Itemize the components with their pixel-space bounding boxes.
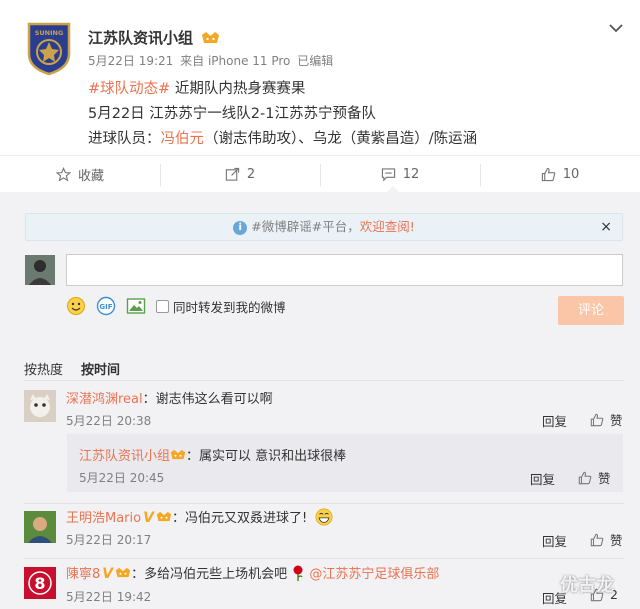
logo-text: SUNING xyxy=(35,29,64,37)
grin-emoji-icon xyxy=(315,508,333,526)
comment-time: 5月22日 20:17 xyxy=(66,533,152,547)
comment-button[interactable]: 12 xyxy=(320,156,480,193)
post-author-name[interactable]: 江苏队资讯小组 xyxy=(88,29,193,47)
rose-emoji-icon xyxy=(293,565,303,581)
repost-count: 2 xyxy=(246,167,256,182)
comment-body: ：属实可以 意识和出球很棒 xyxy=(186,449,347,464)
verified-v-icon: V xyxy=(102,566,114,582)
comment-body: ：多给冯伯元些上场机会吧 xyxy=(131,567,288,582)
comment-input[interactable] xyxy=(66,254,623,286)
sub-reply-text: 江苏队资讯小组 ：属实可以 意识和出球很棒 xyxy=(79,445,346,464)
comment-text: 深潜鸿渊real：谢志伟这么看可以啊 xyxy=(66,388,273,407)
vip-icon xyxy=(115,567,131,578)
favorite-button[interactable]: 收藏 xyxy=(0,156,160,193)
hashtag-link[interactable]: #球队动态# xyxy=(88,81,170,97)
vip-icon xyxy=(202,32,220,43)
comment-sort-tabs: 按热度 按时间 xyxy=(24,359,138,378)
post-date[interactable]: 5月22日 19:21 xyxy=(88,54,173,68)
svg-text:8: 8 xyxy=(34,574,45,593)
thumbs-up-icon xyxy=(541,167,555,182)
comment-icon xyxy=(381,168,395,182)
post-meta: 5月22日 19:21 来自 iPhone 11 Pro 已编辑 xyxy=(88,52,336,69)
divider xyxy=(24,558,624,559)
like-button[interactable]: 10 xyxy=(480,156,640,193)
post-line-1: #球队动态# 近期队内热身赛赛果 xyxy=(88,77,305,98)
svg-text:GIF: GIF xyxy=(99,303,112,311)
divider xyxy=(24,503,624,504)
repost-checkbox[interactable] xyxy=(156,299,169,313)
like-count: 10 xyxy=(562,167,580,182)
comment-username[interactable]: 陳寧8 xyxy=(66,567,100,582)
repost-checkbox-label[interactable]: 同时转发到我的微博 xyxy=(173,297,286,316)
comment-count: 12 xyxy=(402,167,420,182)
sort-by-time[interactable]: 按时间 xyxy=(81,363,120,378)
post-action-bar: 收藏 2 12 10 xyxy=(0,155,640,193)
repost-button[interactable]: 2 xyxy=(160,156,320,193)
notice-text: #微博辟谣#平台， xyxy=(251,219,360,234)
weibo-post: SUNING 江苏队资讯小组 5月22日 19:21 来自 iPhone 11 … xyxy=(0,0,640,192)
post-line-2: 5月22日 江苏苏宁一线队2-1江苏苏宁预备队 xyxy=(88,106,376,122)
vip-icon xyxy=(170,449,186,460)
comment-time: 5月22日 19:42 xyxy=(66,590,152,604)
post-source: 来自 iPhone 11 Pro xyxy=(180,54,291,68)
favorite-label: 收藏 xyxy=(77,169,104,184)
reply-button[interactable]: 回复 xyxy=(542,531,567,550)
star-icon xyxy=(55,167,71,182)
image-icon[interactable] xyxy=(126,296,146,316)
comment-like-button[interactable]: 赞 xyxy=(578,468,611,487)
comment-time: 5月22日 20:45 xyxy=(79,471,165,485)
watermark: 优古龙 xyxy=(560,575,614,596)
submit-comment-button[interactable]: 评论 xyxy=(558,296,624,325)
post-line-3-rest: （谢志伟助攻）、乌龙（黄紫昌造）/陈运涵 xyxy=(204,131,478,147)
comment-like-button[interactable]: 赞 xyxy=(590,530,623,549)
thumbs-up-icon xyxy=(578,471,592,484)
verified-v-icon: V xyxy=(143,510,154,526)
commenter-avatar[interactable] xyxy=(24,390,56,422)
like-label: 赞 xyxy=(610,533,623,548)
composer-tools: GIF 同时转发到我的微博 xyxy=(66,295,286,317)
comment-like-button[interactable]: 赞 xyxy=(590,410,623,429)
comment-body: ：谢志伟这么看可以啊 xyxy=(142,392,273,407)
post-line-3-prefix: 进球队员： xyxy=(88,131,161,147)
divider xyxy=(24,380,624,381)
comment-text: 陳寧8 V ：多给冯伯元些上场机会吧 @江苏苏宁足球俱乐部 xyxy=(66,563,439,582)
commenter-avatar[interactable]: 8 xyxy=(24,567,56,599)
comment-text: 王明浩Mario V ：冯伯元又双叒进球了! xyxy=(66,507,333,526)
post-edited[interactable]: 已编辑 xyxy=(297,54,333,68)
post-author[interactable]: 江苏队资讯小组 xyxy=(88,27,220,48)
my-avatar[interactable] xyxy=(25,255,55,285)
team-logo-avatar[interactable]: SUNING xyxy=(25,20,73,76)
comment-body: ：冯伯元又双叒进球了! xyxy=(171,511,308,526)
highlighted-name: 冯伯元 xyxy=(160,131,205,147)
comment-time: 5月22日 20:38 xyxy=(66,414,152,428)
emoji-icon[interactable] xyxy=(66,296,86,316)
like-label: 赞 xyxy=(598,471,611,486)
comment-username[interactable]: 江苏队资讯小组 xyxy=(79,449,170,464)
comment-username[interactable]: 王明浩Mario xyxy=(66,511,141,526)
comments-section: i #微博辟谣#平台，欢迎查阅! × GIF 同时转发到我的微博 评论 按热度 按时… xyxy=(0,193,640,609)
comment-pointer xyxy=(386,186,400,193)
mention-link[interactable]: @江苏苏宁足球俱乐部 xyxy=(309,567,439,582)
vip-icon xyxy=(156,511,172,522)
post-line-1-text: 近期队内热身赛赛果 xyxy=(170,81,306,97)
post-line-3: 进球队员：冯伯元（谢志伟助攻）、乌龙（黄紫昌造）/陈运涵 xyxy=(88,127,477,148)
rumor-notice-banner: i #微博辟谣#平台，欢迎查阅! × xyxy=(25,213,623,241)
close-icon[interactable]: × xyxy=(600,214,612,240)
repost-icon xyxy=(225,167,240,181)
info-icon: i xyxy=(233,221,248,235)
sort-by-hot[interactable]: 按热度 xyxy=(24,363,63,378)
notice-link[interactable]: 欢迎查阅! xyxy=(360,219,415,234)
thumbs-up-icon xyxy=(590,533,604,546)
like-label: 赞 xyxy=(610,413,623,428)
reply-button[interactable]: 回复 xyxy=(542,411,567,430)
reply-button[interactable]: 回复 xyxy=(530,469,555,488)
comment-username[interactable]: 深潜鸿渊real xyxy=(66,392,143,407)
thumbs-up-icon xyxy=(590,413,604,426)
chevron-down-icon[interactable] xyxy=(608,20,624,36)
gif-icon[interactable]: GIF xyxy=(96,296,116,316)
commenter-avatar[interactable] xyxy=(24,511,56,543)
